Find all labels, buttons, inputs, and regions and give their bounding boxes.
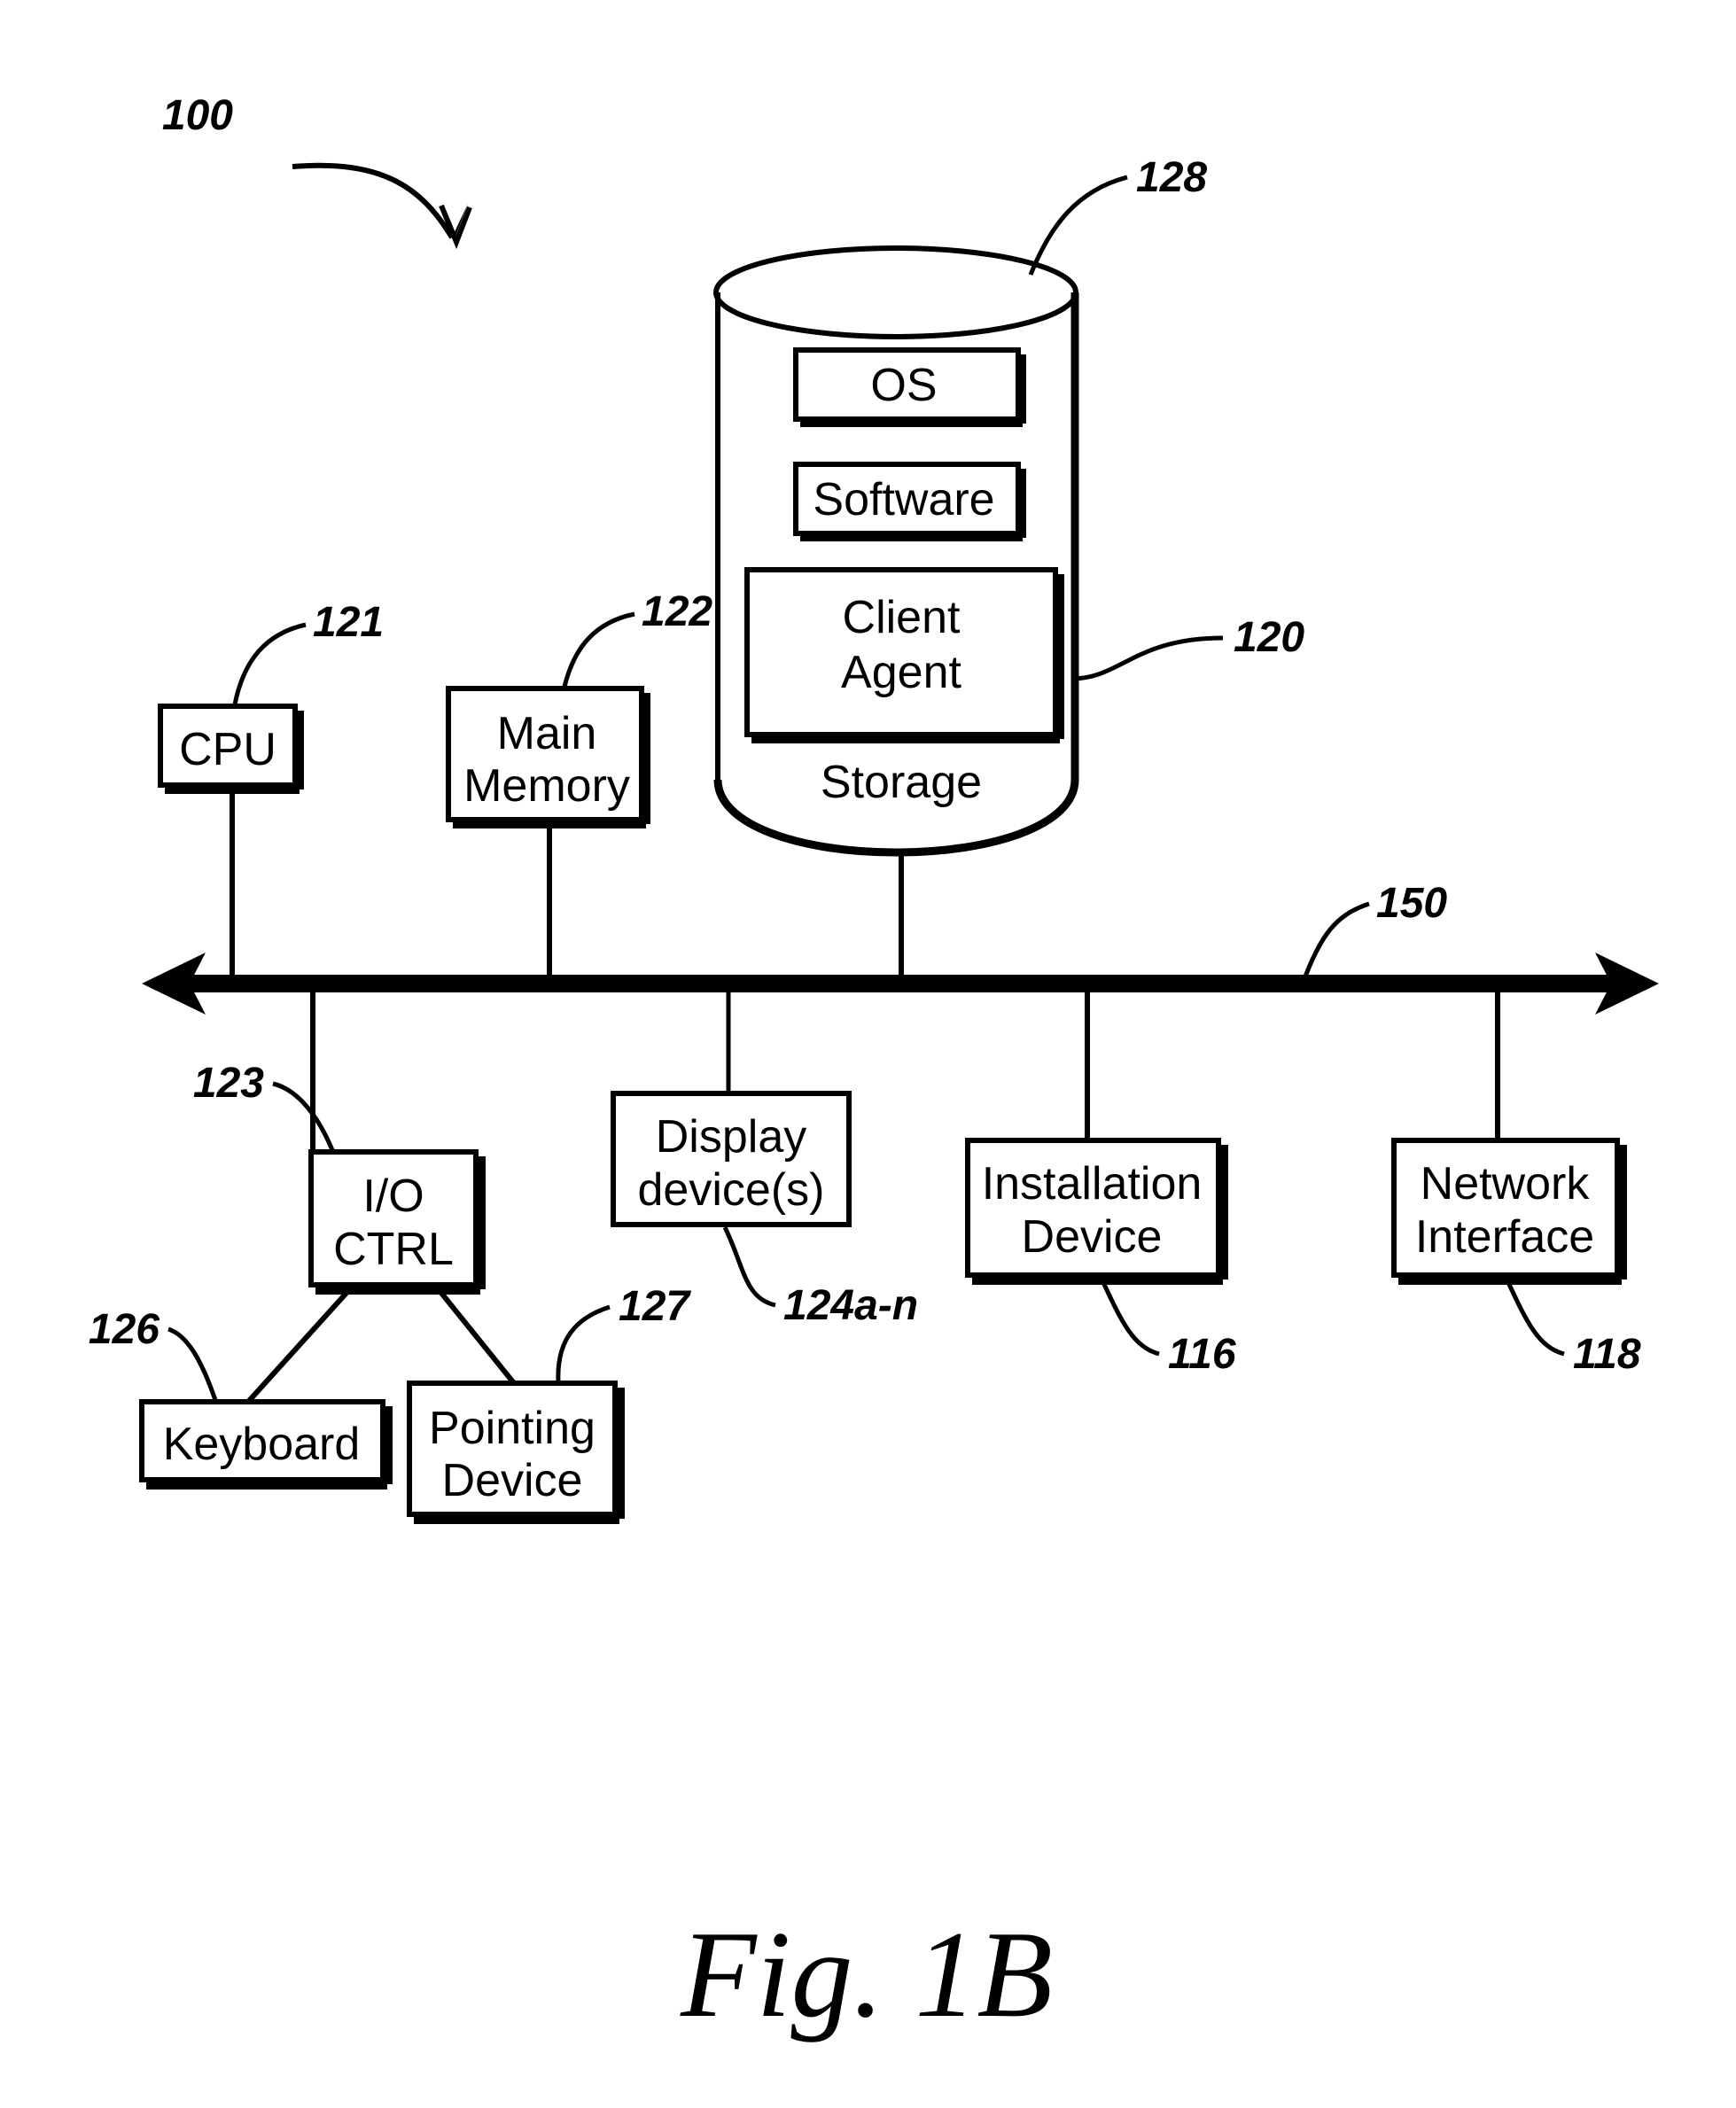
ref-120-leader: 120: [1070, 614, 1304, 681]
cylinder-top-ellipse: [713, 245, 1078, 339]
software-box-label: Software: [813, 474, 994, 525]
installation-label-line1: Installation: [982, 1158, 1203, 1210]
software-box: Software: [793, 462, 1026, 541]
ref-122-leader: [562, 611, 635, 688]
ref-118: 118: [1573, 1331, 1641, 1378]
network-interface-box: Network Interface 118: [1391, 984, 1641, 1378]
ref-118-leader: [1504, 1277, 1565, 1357]
pointing-label-line1: Pointing: [429, 1403, 596, 1454]
os-box-label: OS: [870, 360, 937, 411]
main-memory-box: Main Memory 122: [446, 588, 712, 978]
storage-cylinder: OS Software Client Agent Storage 128 120: [713, 154, 1304, 978]
system-100-callout: 100: [162, 92, 472, 250]
cpu-box: CPU 121: [158, 599, 384, 978]
ref-150-leader: [1300, 901, 1370, 984]
storage-cylinder-label: Storage: [821, 757, 982, 808]
ref-122: 122: [642, 588, 712, 635]
pointing-label-line2: Device: [442, 1455, 583, 1506]
keyboard-label: Keyboard: [163, 1419, 361, 1470]
keyboard-box: Keyboard 126: [89, 1306, 393, 1490]
io-ctrl-label-line1: I/O: [362, 1171, 424, 1222]
io-keyboard-connector: [245, 1289, 350, 1404]
os-box: OS: [793, 347, 1026, 427]
ref-128: 128: [1136, 154, 1207, 201]
ref-120: 120: [1234, 614, 1304, 661]
ref-123: 123: [193, 1060, 264, 1107]
ref-100: 100: [162, 92, 233, 139]
figure-caption: Fig. 1B: [680, 1906, 1053, 2043]
ref-128-leader: 128: [1028, 154, 1207, 276]
ref-127-leader: [556, 1304, 611, 1382]
ref-150: 150: [1376, 880, 1447, 927]
display-label-line2: device(s): [638, 1164, 825, 1216]
display-label-line1: Display: [656, 1111, 807, 1163]
ref-121: 121: [313, 599, 384, 646]
io-pointing-connector: [438, 1290, 517, 1385]
ref-123-leader: [272, 1081, 335, 1151]
ref-127: 127: [619, 1283, 691, 1330]
figure-1b-diagram: 100 OS Software Client Agent Storage 128…: [89, 92, 1659, 2043]
ref-126-leader: [167, 1326, 218, 1401]
ref-116-leader: [1099, 1277, 1160, 1357]
client-agent-box: Client Agent: [744, 567, 1064, 743]
installation-label-line2: Device: [1022, 1211, 1163, 1263]
network-label-line1: Network: [1421, 1158, 1591, 1210]
network-label-line2: Interface: [1415, 1211, 1594, 1263]
main-memory-label-line2: Memory: [463, 760, 630, 812]
ref-124a-n: 124a-n: [783, 1282, 918, 1329]
patent-figure-page: 100 OS Software Client Agent Storage 128…: [0, 0, 1736, 2108]
client-agent-label-line1: Client: [843, 592, 961, 643]
io-ctrl-label-line2: CTRL: [333, 1224, 454, 1275]
main-memory-label-line1: Main: [497, 708, 597, 759]
display-device-box: Display device(s) 124a-n: [611, 984, 918, 1329]
client-agent-label-line2: Agent: [841, 647, 961, 698]
ref-124-leader: [722, 1225, 776, 1308]
io-ctrl-box: I/O CTRL 123: [193, 984, 517, 1404]
cpu-label: CPU: [179, 724, 276, 775]
ref-121-leader: [232, 622, 307, 705]
ref-116: 116: [1168, 1331, 1236, 1378]
ref-126: 126: [89, 1306, 160, 1353]
pointing-device-box: Pointing Device 127: [407, 1283, 691, 1524]
installation-device-box: Installation Device 116: [965, 984, 1236, 1378]
